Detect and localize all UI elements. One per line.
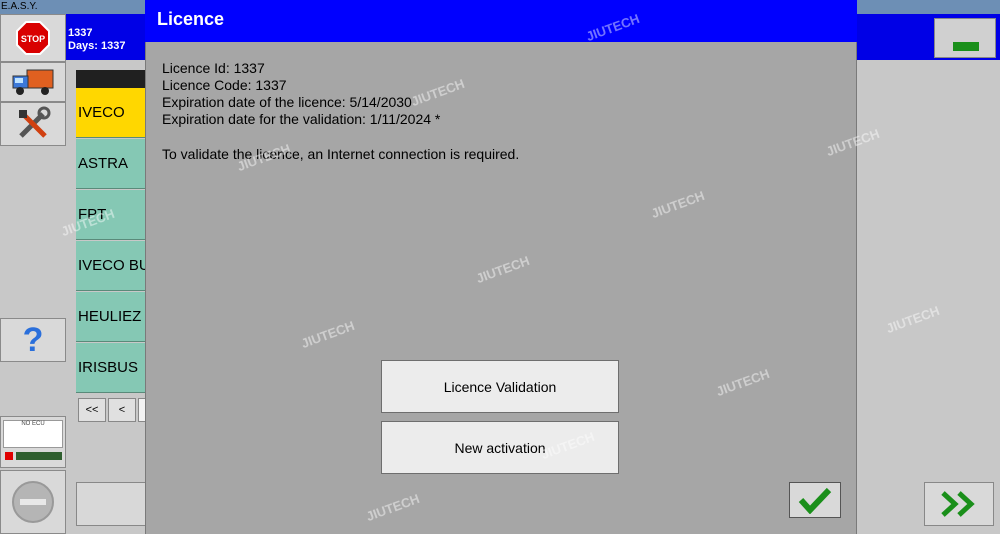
header-info: 1337 Days: 1337 — [68, 27, 126, 53]
help-button[interactable]: ? — [0, 318, 66, 362]
validation-note: To validate the licence, an Internet con… — [162, 146, 520, 162]
vehicle-button[interactable] — [0, 62, 66, 102]
brand-item-heuliez-bus[interactable]: HEULIEZ BUS — [76, 292, 146, 342]
ecu-indicator — [4, 452, 62, 460]
stop-button[interactable]: STOP — [0, 14, 66, 62]
double-chevron-right-icon — [941, 491, 975, 517]
ecu-status-panel: NO ECU — [0, 416, 66, 468]
dialog-title: Licence — [157, 9, 225, 29]
brand-list-header — [76, 70, 146, 88]
validation-expiration: Expiration date for the validation: 1/11… — [162, 111, 441, 127]
ok-button[interactable] — [789, 482, 841, 518]
licence-code: Licence Code: 1337 — [162, 77, 287, 93]
first-page-button[interactable]: << — [78, 398, 106, 422]
prev-page-button[interactable]: < — [108, 398, 136, 422]
brand-item-irisbus[interactable]: IRISBUS — [76, 343, 146, 393]
licence-expiration: Expiration date of the licence: 5/14/203… — [162, 94, 412, 110]
minimize-icon — [953, 42, 979, 51]
tools-button[interactable] — [0, 102, 66, 146]
brand-item-iveco[interactable]: IVECO — [76, 88, 146, 138]
wrench-screwdriver-icon — [19, 106, 51, 138]
brand-item-iveco-bus[interactable]: IVECO BUS — [76, 241, 146, 291]
disconnect-button[interactable] — [0, 470, 66, 534]
ecu-label: NO ECU — [3, 420, 63, 448]
header-days: Days: 1337 — [68, 40, 126, 52]
checkmark-icon — [798, 487, 832, 514]
truck-icon — [12, 69, 54, 95]
bottom-left-button[interactable] — [76, 482, 146, 526]
licence-validation-button[interactable]: Licence Validation — [381, 360, 619, 413]
stop-disabled-icon — [12, 481, 54, 523]
minimize-button[interactable] — [934, 18, 996, 58]
brand-item-astra[interactable]: ASTRA — [76, 139, 146, 189]
licence-id: Licence Id: 1337 — [162, 60, 265, 76]
dialog-title-bar — [145, 0, 857, 42]
next-button[interactable] — [924, 482, 994, 526]
header-id: 1337 — [68, 27, 93, 39]
app-title: E.A.S.Y. — [1, 1, 38, 12]
help-icon: ? — [22, 320, 44, 359]
stop-label: STOP — [21, 34, 45, 44]
stop-icon: STOP — [16, 21, 50, 55]
